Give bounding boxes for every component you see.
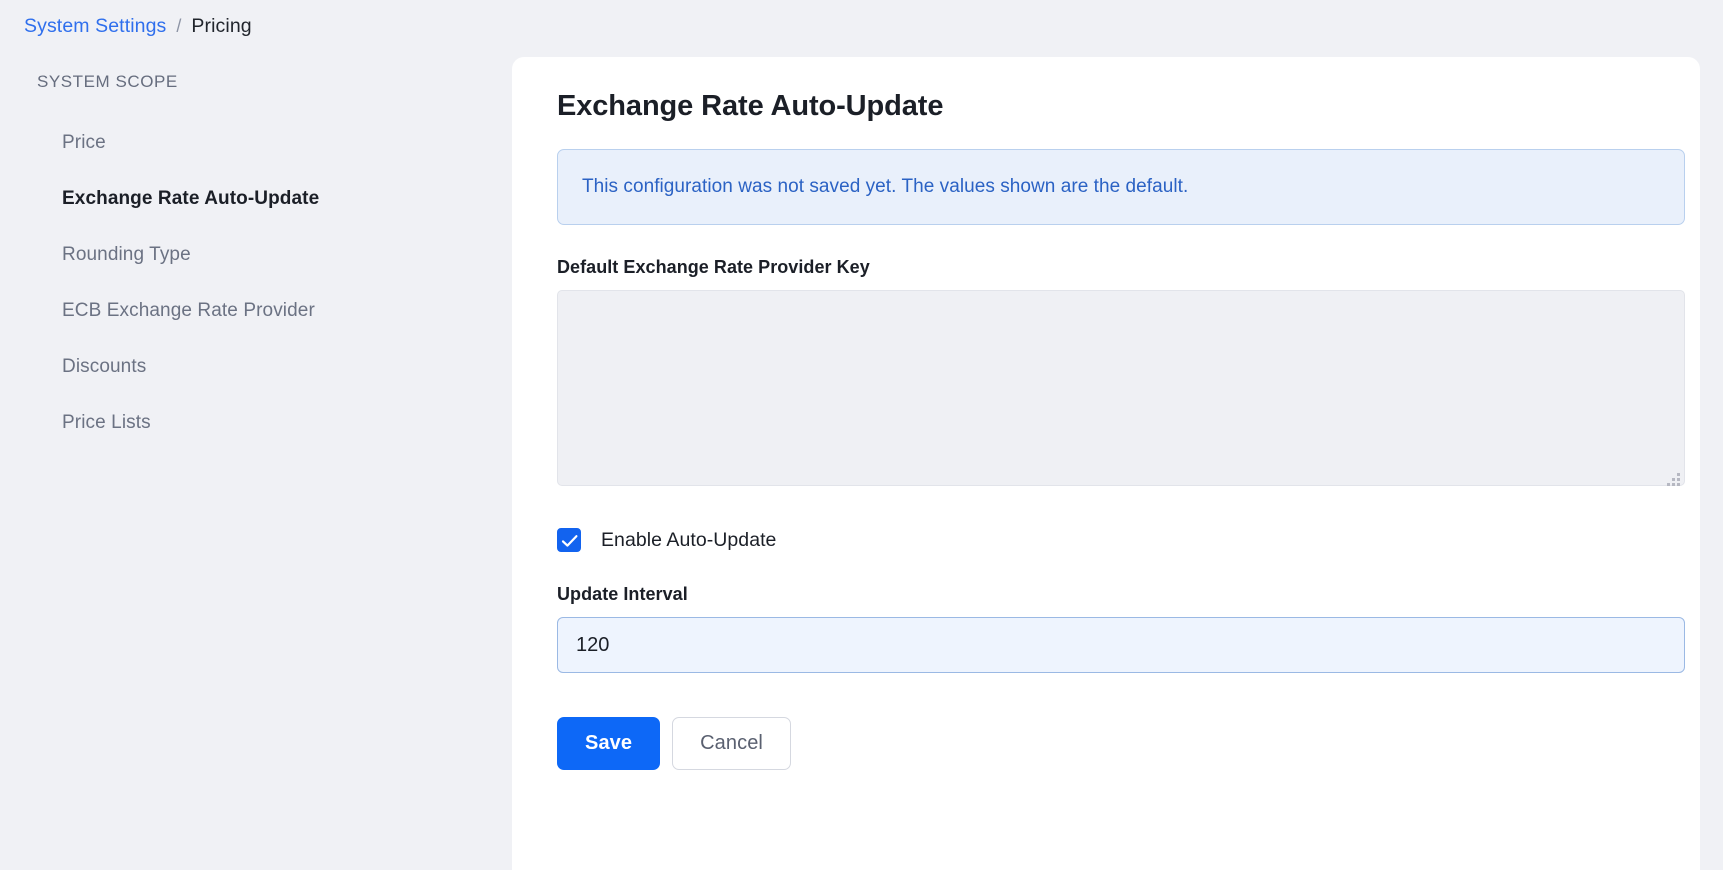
sidebar-item-price-lists[interactable]: Price Lists: [0, 395, 512, 451]
update-interval-label: Update Interval: [557, 584, 688, 604]
enable-auto-update-checkbox[interactable]: [557, 528, 581, 552]
breadcrumb: System Settings / Pricing: [24, 6, 252, 46]
cancel-button[interactable]: Cancel: [672, 717, 791, 770]
enable-auto-update-label: Enable Auto-Update: [601, 528, 777, 551]
sidebar-nav-list: Price Exchange Rate Auto-Update Rounding…: [0, 115, 512, 451]
breadcrumb-current-pricing: Pricing: [191, 14, 252, 37]
provider-key-textarea-wrap: [557, 290, 1685, 491]
content-card: Exchange Rate Auto-Update This configura…: [512, 57, 1700, 870]
sidebar-heading: SYSTEM SCOPE: [37, 72, 178, 91]
checkmark-icon: [561, 535, 578, 547]
info-alert: This configuration was not saved yet. Th…: [557, 149, 1685, 225]
update-interval-field-group: Update Interval: [557, 584, 1685, 673]
provider-key-textarea[interactable]: [557, 290, 1685, 486]
breadcrumb-link-system-settings[interactable]: System Settings: [24, 15, 166, 38]
app-root: System Settings / Pricing SYSTEM SCOPE P…: [0, 0, 1723, 870]
sidebar: SYSTEM SCOPE Price Exchange Rate Auto-Up…: [0, 52, 512, 870]
save-button[interactable]: Save: [557, 717, 661, 770]
breadcrumb-separator: /: [176, 15, 182, 36]
sidebar-item-discounts[interactable]: Discounts: [0, 339, 512, 395]
enable-auto-update-checkbox-row[interactable]: Enable Auto-Update: [557, 528, 776, 552]
sidebar-item-ecb-exchange-rate-provider[interactable]: ECB Exchange Rate Provider: [0, 283, 512, 339]
sidebar-item-exchange-rate-auto-update[interactable]: Exchange Rate Auto-Update: [0, 171, 512, 227]
provider-key-field-group: Default Exchange Rate Provider Key: [557, 257, 1685, 491]
provider-key-label: Default Exchange Rate Provider Key: [557, 257, 870, 277]
sidebar-item-rounding-type[interactable]: Rounding Type: [0, 227, 512, 283]
form-actions: Save Cancel: [557, 717, 1660, 770]
page-scroll-gutter[interactable]: [1700, 0, 1723, 870]
info-alert-text: This configuration was not saved yet. Th…: [582, 176, 1189, 197]
sidebar-item-price[interactable]: Price: [0, 115, 512, 171]
page-title: Exchange Rate Auto-Update: [557, 90, 944, 122]
update-interval-input[interactable]: [557, 617, 1685, 673]
